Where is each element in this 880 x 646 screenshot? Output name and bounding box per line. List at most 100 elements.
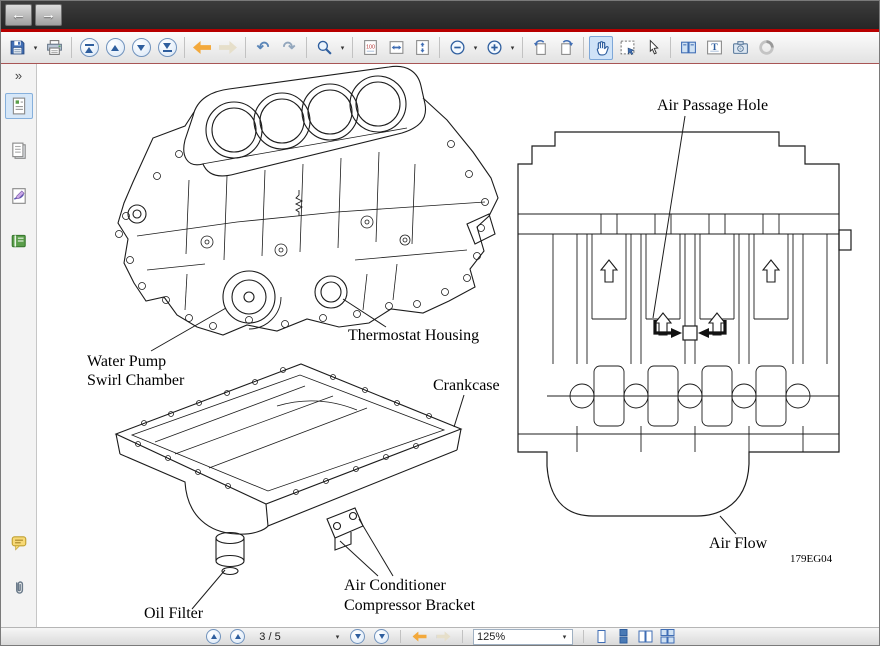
facing-layout-button[interactable] [638, 629, 653, 644]
hand-icon [596, 41, 609, 56]
label-water-pump-line1: Water Pump [87, 353, 166, 370]
paperclip-icon [15, 581, 23, 594]
status-next-page-button[interactable] [349, 629, 366, 645]
previous-page-button[interactable] [103, 36, 127, 60]
zoom-in-dropdown-caret[interactable]: ▾ [508, 44, 517, 52]
page-number-combo[interactable]: 3 / 5 ▾ [253, 631, 342, 643]
history-back-button[interactable]: ← [5, 4, 32, 26]
separator [352, 37, 353, 58]
zoom-out-button[interactable] [445, 36, 469, 60]
sidebar-item-thumbnails[interactable] [4, 93, 33, 119]
rotate-right-button[interactable] [554, 36, 578, 60]
previous-view-button[interactable] [190, 36, 214, 60]
zoom-out-dropdown-caret[interactable]: ▾ [471, 44, 480, 52]
status-next-view-icon [436, 631, 451, 642]
separator [522, 37, 523, 58]
statusbar: 3 / 5 ▾ 125% ▾ [1, 627, 879, 645]
fit-width-button[interactable] [384, 36, 408, 60]
fit-page-icon [415, 40, 429, 55]
continuous-page-icon [619, 629, 628, 644]
status-previous-page-button[interactable] [229, 629, 246, 645]
single-page-layout-button[interactable] [594, 629, 609, 644]
continuous-facing-layout-button[interactable] [660, 629, 675, 644]
sidebar-item-layers[interactable] [5, 228, 33, 254]
sidebar-item-attachments[interactable] [5, 575, 33, 601]
rotate-right-icon [560, 40, 573, 55]
next-view-icon [219, 41, 237, 54]
facing-pages-icon [638, 630, 653, 643]
sidebar-item-pages[interactable] [5, 138, 33, 164]
page-combo-caret: ▾ [335, 633, 340, 641]
hand-tool-button[interactable] [589, 35, 613, 60]
label-thermostat-housing: Thermostat Housing [348, 327, 479, 344]
undo-button[interactable]: ↶ [251, 36, 275, 60]
spinner-icon [758, 40, 774, 55]
thumbnails-icon [12, 97, 25, 115]
camera-button[interactable] [728, 36, 752, 60]
page-indicator: 3 / 5 [259, 630, 281, 643]
continuous-facing-icon [660, 629, 675, 644]
air-passage-hole [682, 325, 698, 341]
next-page-button[interactable] [129, 36, 153, 60]
label-air-passage-hole: Air Passage Hole [657, 97, 768, 114]
workspace: » Air Passage Hole Thermostat Housing Wa… [1, 64, 879, 627]
separator [439, 37, 440, 58]
engine-diagram: Air Passage Hole Thermostat Housing Wate… [87, 65, 852, 622]
pages-icon [11, 142, 26, 159]
zoom-tool-dropdown-caret[interactable]: ▾ [338, 44, 347, 52]
oil-pan-drawing [114, 363, 463, 576]
history-forward-button[interactable]: → [35, 4, 62, 26]
zoom-level-combo[interactable]: 125% ▾ [473, 628, 573, 645]
engine-block-drawing [115, 65, 499, 336]
leader-lines [150, 115, 737, 610]
zoom-in-button[interactable] [482, 36, 506, 60]
titlebar: ← → [1, 1, 879, 29]
svg-text:100: 100 [366, 45, 375, 51]
panel-expand-chevron[interactable]: » [9, 68, 28, 83]
camera-icon [732, 41, 748, 54]
fit-page-button[interactable] [410, 36, 434, 60]
print-icon [46, 40, 62, 55]
status-first-page-icon [206, 629, 221, 644]
status-first-page-button[interactable] [205, 629, 222, 645]
previous-view-icon [193, 41, 211, 54]
navigation-panel-rail: » [1, 64, 37, 627]
status-previous-page-icon [230, 629, 245, 644]
rotate-left-button[interactable] [528, 36, 552, 60]
zoom-out-icon [449, 40, 465, 55]
label-air-flow: Air Flow [709, 535, 768, 552]
cross-section-drawing [517, 131, 852, 517]
label-air-conditioner-line2: Compressor Bracket [344, 597, 476, 614]
snapshot-icon [620, 40, 635, 55]
sidebar-item-comments[interactable] [5, 530, 33, 556]
zoom-in-icon [486, 40, 502, 55]
status-previous-view-button[interactable] [411, 629, 428, 645]
two-page-view-button[interactable] [676, 36, 700, 60]
separator [71, 37, 72, 58]
actual-size-icon: 100 [363, 40, 377, 55]
select-tool-button[interactable] [641, 36, 665, 60]
redo-button[interactable]: ↷ [277, 36, 301, 60]
first-page-button[interactable] [77, 36, 101, 60]
zoom-tool-button[interactable] [312, 36, 336, 60]
fit-width-icon [389, 41, 403, 54]
actual-size-button[interactable]: 100 [358, 36, 382, 60]
undo-icon: ↶ [256, 39, 270, 56]
sidebar-item-signatures[interactable] [5, 183, 33, 209]
label-oil-filter: Oil Filter [144, 605, 204, 622]
print-button[interactable] [42, 36, 66, 60]
back-arrow-icon: ← [11, 6, 26, 23]
label-air-conditioner-line1: Air Conditioner [344, 577, 446, 594]
continuous-layout-button[interactable] [616, 629, 631, 644]
next-view-button[interactable] [216, 36, 240, 60]
next-page-icon [131, 38, 151, 57]
last-page-button[interactable] [155, 36, 179, 60]
first-page-icon [79, 38, 99, 57]
save-dropdown-caret[interactable]: ▾ [31, 44, 40, 52]
status-next-view-button[interactable] [435, 629, 452, 645]
text-viewer-button[interactable]: T [702, 36, 726, 60]
save-button[interactable] [5, 36, 29, 60]
snapshot-button[interactable] [615, 36, 639, 60]
document-page[interactable]: Air Passage Hole Thermostat Housing Wate… [37, 64, 879, 627]
status-last-page-button[interactable] [373, 629, 390, 645]
